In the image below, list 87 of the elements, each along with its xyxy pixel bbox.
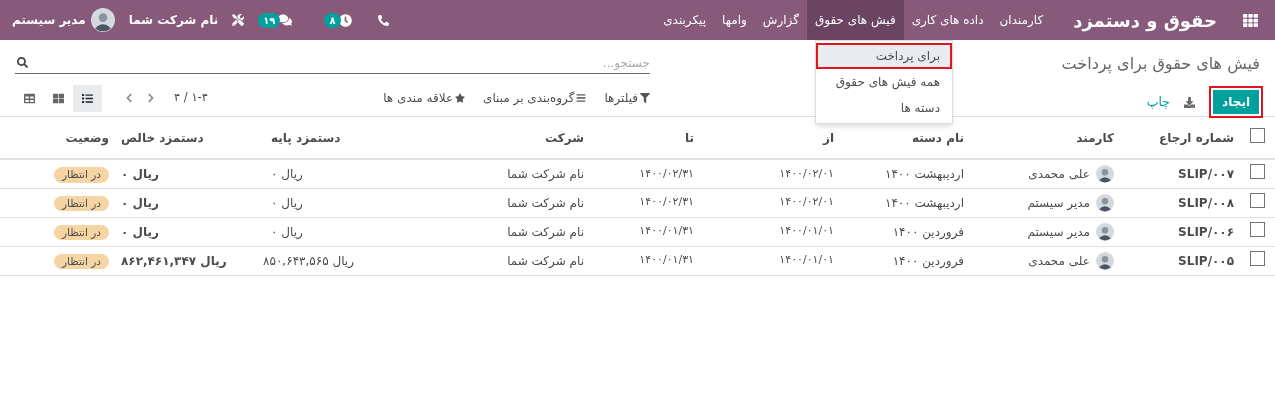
table-cell: ۱۴۰۰/۰۲/۳۱ xyxy=(590,159,700,188)
tools-icon[interactable] xyxy=(232,14,245,26)
pager-value: ۱-۴ / ۴ xyxy=(174,89,208,107)
table-cell-text: ۰ ریال xyxy=(271,165,303,183)
star-icon xyxy=(455,93,466,103)
status-badge: در انتظار xyxy=(54,253,109,270)
menu-item[interactable]: گزارش xyxy=(754,0,807,40)
table-cell: فروردین ۱۴۰۰ xyxy=(840,217,970,246)
column-header[interactable]: کارمند xyxy=(970,117,1120,159)
table-cell: SLIP/۰۰۵ xyxy=(1120,246,1240,275)
chat-icon[interactable] xyxy=(278,13,293,27)
table-cell: ۱۴۰۰/۰۱/۳۱ xyxy=(590,217,700,246)
user-name[interactable]: مدیر سیستم xyxy=(12,11,86,29)
employee-avatar xyxy=(1096,193,1114,212)
dropdown-item[interactable]: همه فیش های حقوق xyxy=(816,69,952,95)
filter-icon xyxy=(640,93,650,103)
pivot-icon xyxy=(24,92,35,104)
row-checkbox[interactable] xyxy=(1250,250,1265,266)
row-checkbox[interactable] xyxy=(1250,221,1265,237)
table-cell: نام شرکت شما xyxy=(360,159,590,188)
row-checkbox[interactable] xyxy=(1250,192,1265,208)
status-badge: در انتظار xyxy=(54,224,109,241)
table-cell-text: ۰ ریال xyxy=(121,165,159,183)
user-avatar xyxy=(90,8,115,32)
kanban-icon xyxy=(53,92,64,104)
table-cell: نام شرکت شما xyxy=(360,246,590,275)
employee-avatar xyxy=(1096,164,1114,183)
filter-toolbar-button[interactable]: علاقه مندی ها xyxy=(383,89,466,107)
table-cell: ۱۴۰۰/۰۱/۰۱ xyxy=(700,217,840,246)
filter-toolbar-button[interactable]: گروه‌بندی بر مبنای xyxy=(483,89,587,107)
column-header[interactable]: دستمزد پایه xyxy=(265,117,360,159)
list-icon xyxy=(82,92,93,104)
status-badge: در انتظار xyxy=(54,195,109,212)
row-checkbox[interactable] xyxy=(1250,163,1265,179)
message-count-badge: ۱۹ xyxy=(258,12,281,28)
column-header[interactable]: شماره ارجاع xyxy=(1120,117,1240,159)
menu-item[interactable]: وامها xyxy=(714,0,755,40)
column-header[interactable]: وضعیت xyxy=(0,117,115,159)
menu-item[interactable]: پیکربندی xyxy=(655,0,715,40)
status-badge: در انتظار xyxy=(54,166,109,183)
table-cell-text: علی محمدی xyxy=(1028,252,1090,270)
table-cell: نام شرکت شما xyxy=(360,217,590,246)
table-cell-text: ۰ ریال xyxy=(121,194,159,212)
table-cell: فروردین ۱۴۰۰ xyxy=(840,246,970,275)
column-header[interactable]: شرکت xyxy=(360,117,590,159)
table-cell-text: ۰ ریال xyxy=(271,194,303,212)
company-switcher[interactable]: نام شرکت شما xyxy=(128,11,219,29)
filter-toolbar-button[interactable]: فیلترها xyxy=(604,89,650,107)
employee-avatar xyxy=(1096,222,1114,241)
table-cell-text: مدیر سیستم xyxy=(1027,223,1090,241)
column-header[interactable]: تا xyxy=(590,117,700,159)
table-cell: SLIP/۰۰۸ xyxy=(1120,188,1240,217)
table-cell: ۱۴۰۰/۰۲/۰۱ xyxy=(700,159,840,188)
column-header[interactable]: دستمزد خالص xyxy=(115,117,265,159)
table-cell: SLIP/۰۰۶ xyxy=(1120,217,1240,246)
breadcrumb-title: فیش های حقوق برای پرداخت xyxy=(1061,53,1260,76)
table-cell: ۱۴۰۰/۰۱/۳۱ xyxy=(590,246,700,275)
table-cell: ۱۴۰۰/۰۲/۳۱ xyxy=(590,188,700,217)
table-cell-text: مدیر سیستم xyxy=(1027,194,1090,212)
table-cell: ۱۴۰۰/۰۲/۰۱ xyxy=(700,188,840,217)
list-view-button[interactable] xyxy=(73,84,102,112)
table-cell: اردیبهشت ۱۴۰۰ xyxy=(840,159,970,188)
table-cell: اردیبهشت ۱۴۰۰ xyxy=(840,188,970,217)
menu-icon xyxy=(576,93,587,103)
table-cell: SLIP/۰۰۷ xyxy=(1120,159,1240,188)
previous-arrow-icon[interactable] xyxy=(146,93,156,103)
employee-avatar xyxy=(1096,251,1114,270)
app-title: حقوق و دستمزد xyxy=(1073,8,1217,34)
next-arrow-icon[interactable] xyxy=(124,93,134,103)
table-cell: ۱۴۰۰/۰۱/۰۱ xyxy=(700,246,840,275)
search-field[interactable]: جستجو... xyxy=(28,52,650,73)
menu-item[interactable]: کارمندان xyxy=(991,0,1052,40)
table-cell-text: ۸۵۰,۶۴۳,۵۶۵ ریال xyxy=(263,252,354,270)
table-cell: نام شرکت شما xyxy=(360,188,590,217)
dropdown-item[interactable]: برای پرداخت xyxy=(816,43,952,69)
phone-icon[interactable] xyxy=(377,14,389,26)
menu-item[interactable]: داده های کاری xyxy=(903,0,992,40)
table-cell-text: ۰ ریال xyxy=(121,223,159,241)
activity-count-badge: ۸ xyxy=(324,12,341,28)
table-cell-text: علی محمدی xyxy=(1028,165,1090,183)
row-checkbox[interactable] xyxy=(1250,127,1265,143)
download-icon[interactable] xyxy=(1184,96,1196,108)
search-icon[interactable] xyxy=(17,57,28,68)
menu-item[interactable]: فیش های حقوق xyxy=(806,0,904,40)
apps-menu-icon[interactable] xyxy=(1243,12,1258,28)
table-cell-text: ۸۶۲,۴۶۱,۳۴۷ ریال xyxy=(121,252,227,270)
table-cell-text: ۰ ریال xyxy=(271,223,303,241)
